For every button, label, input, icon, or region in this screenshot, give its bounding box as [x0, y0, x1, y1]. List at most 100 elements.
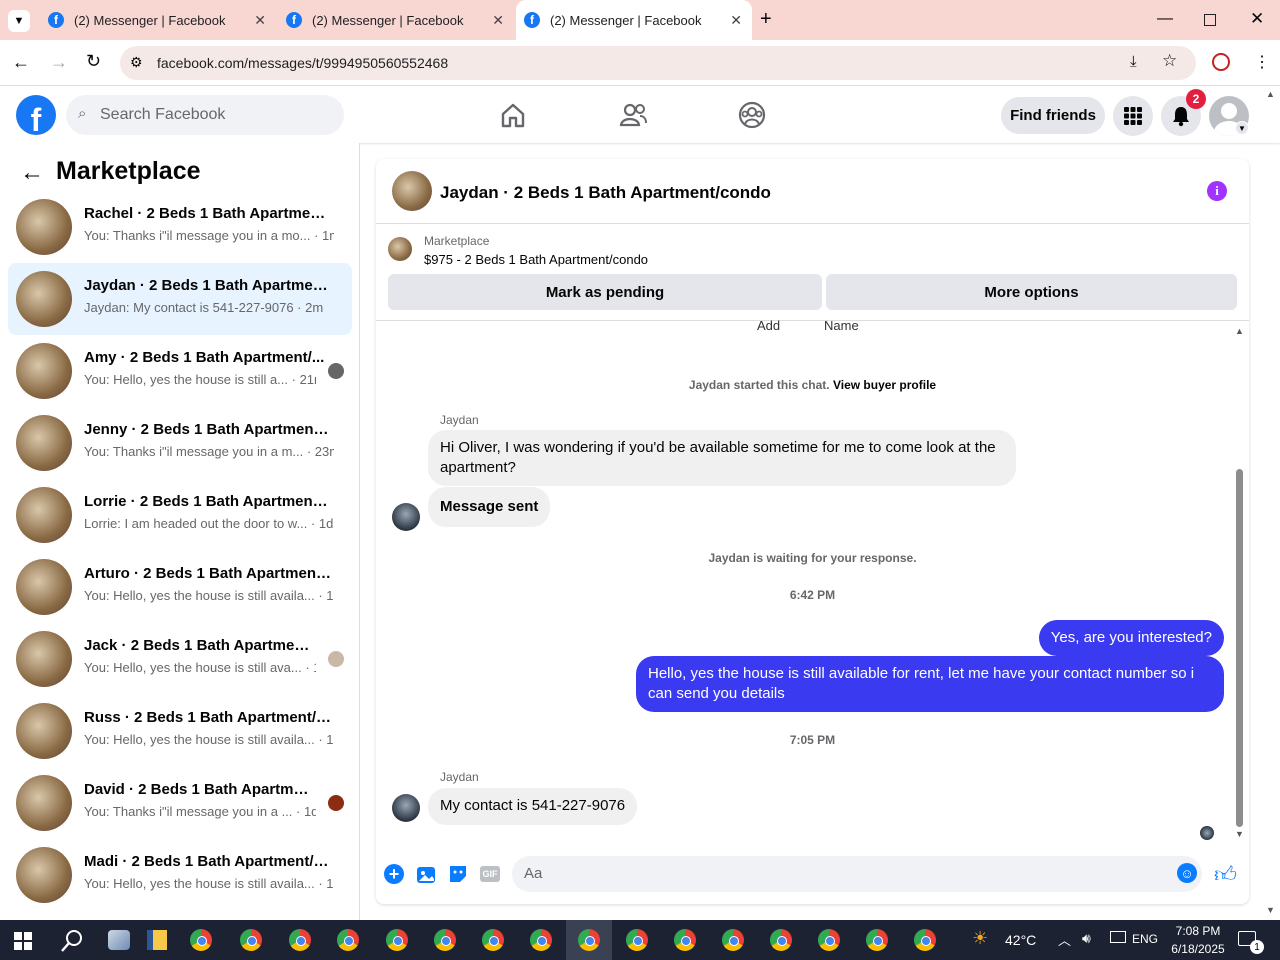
page-scroll-down-icon[interactable]: ▼ — [1266, 905, 1275, 915]
account-chevron-icon[interactable]: ▼ — [1235, 121, 1249, 135]
friends-icon[interactable] — [618, 100, 648, 130]
like-thumb-icon[interactable]: 👍︎ — [1214, 861, 1237, 888]
sender-avatar[interactable] — [392, 503, 420, 531]
conversation-item[interactable]: Jenny · 2 Beds 1 Bath Apartment/c... You:… — [8, 407, 352, 479]
conversation-item[interactable]: Russ · 2 Beds 1 Bath Apartment/co... You:… — [8, 695, 352, 767]
tray-chevron-icon[interactable]: ︿ — [1058, 930, 1071, 949]
browser-tabbar: ▼ f (2) Messenger | Facebook ✕ f (2) Mes… — [0, 0, 1280, 40]
chrome-taskbar-icon[interactable] — [190, 929, 212, 951]
search-input[interactable]: ⌕ Search Facebook — [66, 95, 344, 135]
back-arrow-icon[interactable]: ← — [20, 159, 44, 187]
back-icon[interactable]: ← — [12, 52, 30, 73]
profile-icon[interactable] — [1212, 53, 1230, 71]
message-sent-bubble[interactable]: Message sent — [428, 487, 551, 527]
chrome-taskbar-icon[interactable] — [770, 929, 792, 951]
chrome-taskbar-icon[interactable] — [289, 929, 311, 951]
chrome-taskbar-icon[interactable] — [722, 929, 744, 951]
view-buyer-profile-link[interactable]: View buyer profile — [833, 378, 936, 392]
conversation-item[interactable]: Rachel · 2 Beds 1 Bath Apartment/... You:… — [8, 191, 352, 263]
more-options-button[interactable]: More options — [826, 274, 1237, 310]
forward-icon[interactable]: → — [50, 52, 68, 73]
chat-title[interactable]: Jaydan · 2 Beds 1 Bath Apartment/condo — [440, 183, 771, 203]
conversation-item-selected[interactable]: Jaydan · 2 Beds 1 Bath Apartment/... Jayd… — [8, 263, 352, 335]
search-icon: ⌕ — [78, 105, 87, 122]
language-indicator[interactable]: ENG — [1132, 932, 1158, 946]
outgoing-message[interactable]: Yes, are you interested? — [1038, 620, 1224, 656]
chrome-taskbar-icon[interactable] — [626, 929, 648, 951]
tab-1[interactable]: f (2) Messenger | Facebook ✕ — [40, 0, 276, 40]
chrome-taskbar-icon[interactable] — [386, 929, 408, 951]
page-scroll-up-icon[interactable]: ▲ — [1266, 89, 1275, 99]
clock-date[interactable]: 6/18/2025 — [1164, 942, 1232, 956]
message-input[interactable]: Aa ☺ — [512, 856, 1202, 892]
conversation-item[interactable]: David · 2 Beds 1 Bath Apartment... You: T… — [8, 767, 352, 839]
sender-avatar[interactable] — [392, 794, 420, 822]
install-app-icon[interactable]: ⤓ — [1130, 53, 1137, 70]
listing-thumbnail — [16, 487, 72, 543]
conversation-item[interactable]: Jack · 2 Beds 1 Bath Apartment/... You: H… — [8, 623, 352, 695]
chrome-taskbar-icon[interactable] — [578, 929, 600, 951]
reload-icon[interactable]: ↻ — [86, 51, 101, 72]
windows-start-icon[interactable] — [14, 932, 32, 950]
chat-listing-avatar[interactable] — [392, 171, 432, 211]
incoming-message[interactable]: Hi Oliver, I was wondering if you'd be a… — [428, 430, 1016, 486]
site-info-icon[interactable]: ⚙ — [130, 54, 143, 71]
tab-3-active[interactable]: f (2) Messenger | Facebook ✕ — [516, 0, 752, 40]
conversation-name: Lorrie · 2 Beds 1 Bath Apartment/c... — [84, 493, 332, 510]
volume-icon[interactable]: 🔊︎ — [1082, 930, 1091, 947]
network-icon[interactable] — [1110, 931, 1126, 943]
chrome-taskbar-icon[interactable] — [866, 929, 888, 951]
menu-grid-button[interactable] — [1113, 96, 1153, 136]
chrome-taskbar-icon[interactable] — [530, 929, 552, 951]
clock-time[interactable]: 7:08 PM — [1168, 924, 1228, 938]
chrome-taskbar-icon[interactable] — [337, 929, 359, 951]
browser-menu-icon[interactable]: ⋮ — [1254, 52, 1270, 72]
tab-title: (2) Messenger | Facebook — [550, 12, 702, 28]
chrome-taskbar-icon[interactable] — [434, 929, 456, 951]
mark-as-pending-button[interactable]: Mark as pending — [388, 274, 822, 310]
taskbar-search-icon[interactable] — [60, 929, 84, 953]
close-tab-icon[interactable]: ✕ — [492, 12, 504, 29]
app-icon[interactable] — [108, 930, 130, 950]
sticker-icon[interactable] — [448, 864, 468, 884]
find-friends-button[interactable]: Find friends — [1001, 97, 1105, 134]
chrome-taskbar-icon[interactable] — [482, 929, 504, 951]
restore-icon[interactable] — [1204, 14, 1216, 26]
scrollbar-thumb[interactable] — [1236, 469, 1243, 827]
conversation-item[interactable]: Amy · 2 Beds 1 Bath Apartment/... You: He… — [8, 335, 352, 407]
home-icon[interactable] — [498, 100, 528, 130]
emoji-icon[interactable]: ☺ — [1177, 863, 1197, 883]
groups-icon[interactable] — [737, 100, 767, 130]
facebook-favicon-icon: f — [286, 12, 302, 28]
chrome-taskbar-icon[interactable] — [240, 929, 262, 951]
chrome-taskbar-icon[interactable] — [914, 929, 936, 951]
outgoing-message[interactable]: Hello, yes the house is still available … — [636, 656, 1224, 712]
plus-icon[interactable]: + — [384, 864, 404, 884]
listing-description[interactable]: $975 - 2 Beds 1 Bath Apartment/condo — [424, 252, 648, 267]
conversation-name: Amy · 2 Beds 1 Bath Apartment/... — [84, 349, 325, 366]
conversation-item[interactable]: Arturo · 2 Beds 1 Bath Apartment/... You:… — [8, 551, 352, 623]
minimize-icon[interactable]: — — [1157, 10, 1173, 28]
sticky-notes-icon[interactable] — [147, 930, 167, 950]
scroll-down-icon[interactable]: ▼ — [1235, 829, 1244, 839]
close-tab-icon[interactable]: ✕ — [254, 12, 266, 29]
url-field[interactable]: ⚙ facebook.com/messages/t/99949505605524… — [120, 46, 1196, 80]
close-window-icon[interactable]: ✕ — [1250, 9, 1264, 29]
sender-name: Jaydan — [440, 413, 479, 427]
new-tab-icon[interactable]: + — [760, 8, 772, 31]
conversation-item[interactable]: Lorrie · 2 Beds 1 Bath Apartment/c... Lor… — [8, 479, 352, 551]
close-tab-icon[interactable]: ✕ — [730, 12, 742, 29]
scroll-up-icon[interactable]: ▲ — [1235, 326, 1244, 336]
incoming-message[interactable]: My contact is 541-227-9076 — [428, 788, 638, 825]
conversation-item[interactable]: Madi · 2 Beds 1 Bath Apartment/c... You: … — [8, 839, 352, 911]
chrome-taskbar-icon[interactable] — [674, 929, 696, 951]
tab-search-icon[interactable]: ▼ — [8, 10, 30, 32]
facebook-logo-icon[interactable]: f — [16, 95, 56, 135]
tab-2[interactable]: f (2) Messenger | Facebook ✕ — [278, 0, 514, 40]
photo-icon[interactable] — [416, 864, 438, 884]
info-icon[interactable]: i — [1207, 181, 1227, 201]
chrome-taskbar-icon[interactable] — [818, 929, 840, 951]
gif-icon[interactable]: GIF — [480, 866, 500, 882]
bookmark-star-icon[interactable]: ☆ — [1162, 51, 1177, 71]
weather-temp[interactable]: 42°C — [1005, 932, 1036, 948]
